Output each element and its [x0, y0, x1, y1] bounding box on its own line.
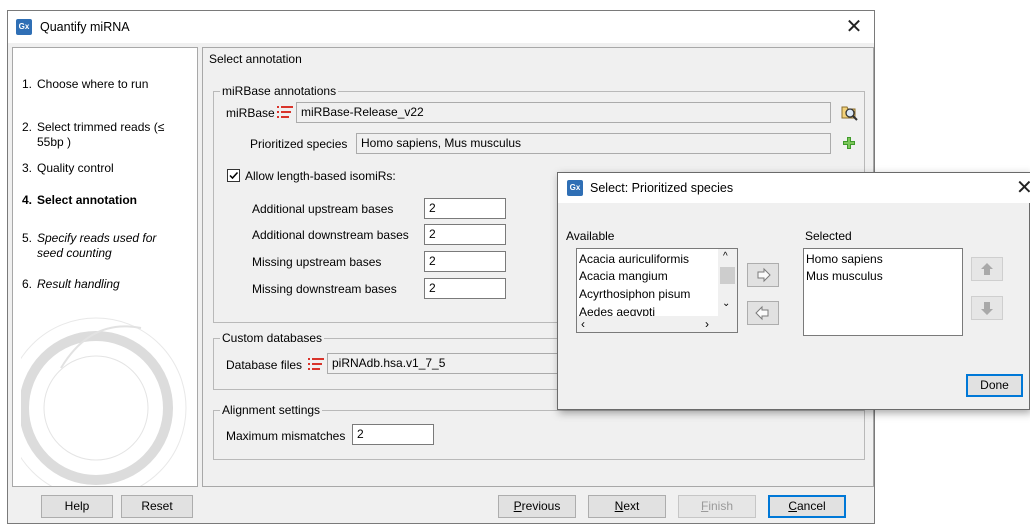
checkmark-icon [229, 171, 239, 180]
remove-from-selected-button[interactable] [747, 301, 779, 325]
label-rest: revious [521, 499, 561, 513]
arrow-left-icon [755, 305, 769, 321]
label-rest: ancel [796, 499, 826, 513]
missing-upstream-label: Missing upstream bases [252, 255, 382, 269]
mnemonic: C [788, 499, 797, 513]
scroll-left-icon[interactable]: ‹ [581, 317, 585, 331]
missing-downstream-input[interactable]: 2 [424, 278, 506, 299]
next-button[interactable]: Next [588, 495, 666, 518]
scrollbar-thumb[interactable] [720, 267, 735, 284]
step-number: 4. [22, 193, 33, 207]
alignment-settings-group: Alignment settings Maximum mismatches 2 [213, 403, 865, 460]
finish-button[interactable]: Finish [678, 495, 756, 518]
step-number: 5. [22, 231, 33, 245]
scroll-right-icon[interactable]: › [705, 317, 709, 331]
allow-isomirs-checkbox[interactable] [227, 169, 240, 182]
mnemonic: P [513, 499, 522, 513]
list-item[interactable]: Acacia auriculiformis [579, 252, 689, 266]
max-mismatches-label: Maximum mismatches [226, 429, 346, 443]
dialog-title: Select: Prioritized species [590, 181, 734, 195]
previous-button[interactable]: Previous [498, 495, 576, 518]
database-files-label: Database files [226, 358, 303, 372]
add-icon[interactable] [842, 136, 856, 150]
selected-label: Selected [805, 229, 852, 243]
close-icon[interactable]: ✕ [844, 17, 864, 37]
label-rest: inish [708, 499, 734, 513]
label-rest: ext [623, 499, 640, 513]
step-label: Specify reads used for seed counting [37, 231, 157, 260]
list-item[interactable]: Acacia mangium [579, 269, 668, 283]
additional-downstream-input[interactable]: 2 [424, 224, 506, 245]
step-label: Quality control [37, 161, 114, 175]
app-logo-icon: Gx [16, 19, 32, 35]
move-down-button[interactable] [971, 296, 1003, 320]
section-title: Select annotation [209, 52, 302, 66]
horizontal-scrollbar[interactable]: ‹ › [577, 316, 737, 332]
list-icon [308, 358, 324, 370]
step-number: 3. [22, 161, 33, 175]
mirbase-label: miRBase [226, 106, 275, 120]
dialog-title-bar[interactable]: Gx Select: Prioritized species ✕ [558, 173, 1030, 203]
arrow-down-icon [981, 302, 993, 315]
select-prioritized-species-dialog: Gx Select: Prioritized species ✕ Availab… [557, 172, 1030, 410]
window-title: Quantify miRNA [40, 20, 130, 34]
list-item[interactable]: Mus musculus [806, 269, 883, 283]
mirbase-field[interactable]: miRBase-Release_v22 [296, 102, 831, 123]
step-number: 1. [22, 77, 33, 91]
additional-upstream-input[interactable]: 2 [424, 198, 506, 219]
wizard-steps-panel: 1. Choose where to run 2. Select trimmed… [12, 47, 198, 487]
allow-isomirs-label: Allow length-based isomiRs: [245, 169, 396, 183]
additional-downstream-label: Additional downstream bases [252, 228, 409, 242]
group-legend: Alignment settings [220, 403, 323, 417]
cancel-button[interactable]: Cancel [768, 495, 846, 518]
add-to-selected-button[interactable] [747, 263, 779, 287]
prioritized-species-label: Prioritized species [250, 137, 348, 151]
max-mismatches-input[interactable]: 2 [352, 424, 434, 445]
available-label: Available [566, 229, 615, 243]
list-item[interactable]: Homo sapiens [806, 252, 883, 266]
available-list[interactable]: Acacia auriculiformis Acacia mangium Acy… [576, 248, 738, 333]
step-label: Select trimmed reads (≤ 55bp ) [37, 120, 165, 149]
move-up-button[interactable] [971, 257, 1003, 281]
group-legend: miRBase annotations [220, 84, 339, 98]
scroll-up-icon[interactable]: ^ [723, 252, 728, 262]
scroll-down-icon[interactable]: ⌄ [722, 299, 730, 309]
browse-icon[interactable] [839, 102, 859, 122]
missing-upstream-input[interactable]: 2 [424, 251, 506, 272]
title-bar[interactable]: Gx Quantify miRNA ✕ [8, 11, 874, 43]
additional-upstream-label: Additional upstream bases [252, 202, 394, 216]
list-item[interactable]: Acyrthosiphon pisum [579, 287, 690, 301]
arrow-up-icon [981, 263, 993, 275]
reset-button[interactable]: Reset [121, 495, 193, 518]
prioritized-species-field[interactable]: Homo sapiens, Mus musculus [356, 133, 831, 154]
step-number: 2. [22, 120, 33, 134]
done-button[interactable]: Done [966, 374, 1023, 397]
close-icon[interactable]: ✕ [1016, 178, 1030, 198]
group-legend: Custom databases [220, 331, 325, 345]
step-label: Choose where to run [37, 77, 149, 91]
vertical-scrollbar[interactable]: ^ ⌄ [718, 249, 737, 316]
app-logo-icon: Gx [567, 180, 583, 196]
help-button[interactable]: Help [41, 495, 113, 518]
decorative-watermark [21, 317, 187, 486]
arrow-right-icon [757, 267, 771, 283]
step-label: Select annotation [37, 193, 138, 207]
list-icon [277, 106, 293, 118]
selected-list[interactable]: Homo sapiens Mus musculus [803, 248, 963, 336]
missing-downstream-label: Missing downstream bases [252, 282, 397, 296]
